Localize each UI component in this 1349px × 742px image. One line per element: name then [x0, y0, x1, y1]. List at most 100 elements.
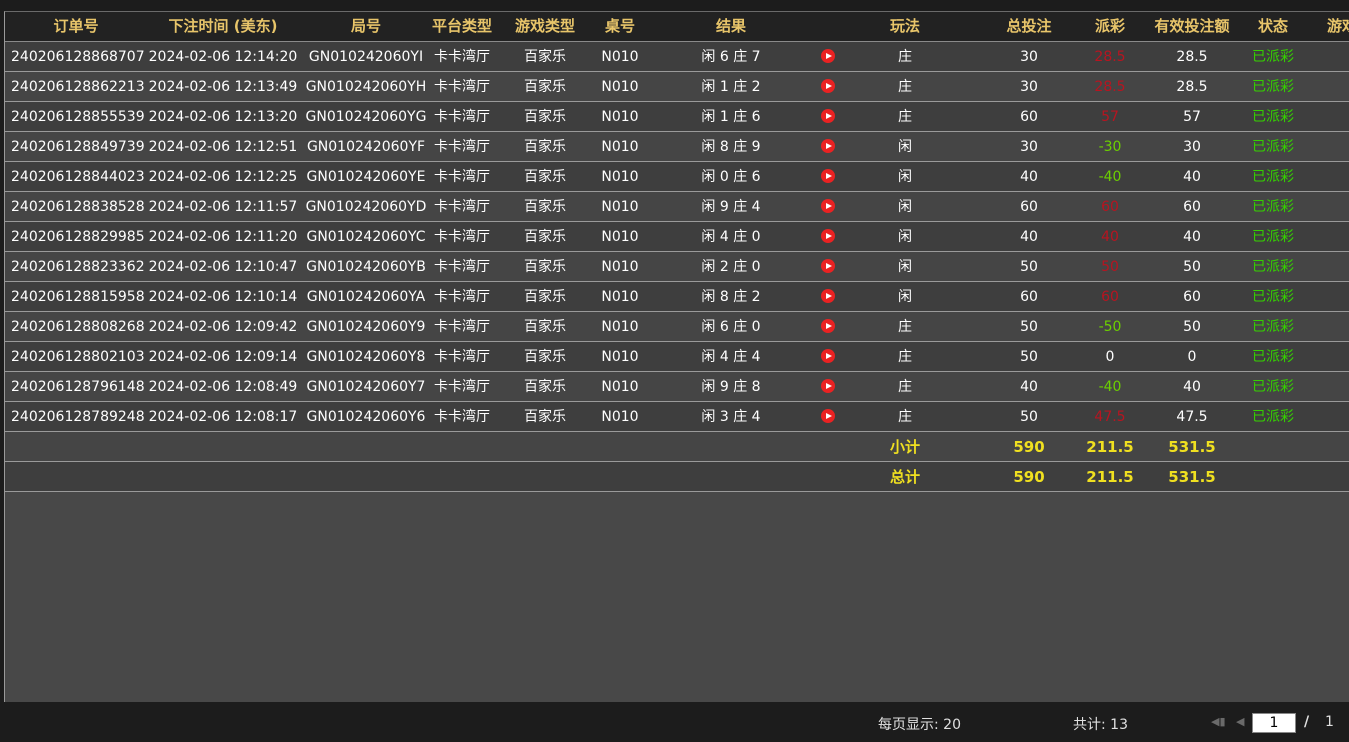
cell-valid-bet: 40 [1183, 229, 1201, 245]
replay-cell [815, 132, 841, 162]
cell-platform: 卡卡湾厅 [434, 349, 490, 365]
cell-game-type: 百家乐 [524, 169, 566, 185]
cell-payout: -30 [1098, 139, 1122, 155]
cell-total-bet: 50 [1020, 259, 1038, 275]
prev-page-icon[interactable]: ◀ [1236, 715, 1244, 728]
play-video-icon[interactable] [821, 199, 835, 213]
cell-total-bet: 30 [1020, 79, 1038, 95]
play-video-icon[interactable] [821, 319, 835, 333]
cell-total-bet: 40 [1020, 229, 1038, 245]
cell-order-no: 240206128855539 [11, 109, 145, 125]
cell-bet-time: 2024-02-06 12:13:49 [148, 79, 298, 95]
cell-total-bet: 50 [1020, 319, 1038, 335]
first-page-icon[interactable]: ◀▮ [1211, 715, 1226, 728]
play-video-icon[interactable] [821, 229, 835, 243]
play-video-icon[interactable] [821, 49, 835, 63]
subtotal-row: 小计 590 211.5 531.5 [5, 432, 1349, 462]
total-row-valid: 531.5 [1168, 468, 1216, 486]
cell-order-no: 240206128808268 [11, 319, 145, 335]
cell-play: 庄 [898, 79, 912, 95]
cell-order-no: 240206128829985 [11, 229, 145, 245]
subtotal-row-bet: 590 [1013, 438, 1045, 456]
page-number-input[interactable]: 1 [1252, 713, 1296, 733]
cell-result: 闲 8 庄 9 [701, 139, 761, 155]
cell-table-no: N010 [601, 409, 639, 425]
cell-play: 闲 [898, 139, 912, 155]
cell-status: 已派彩 [1252, 79, 1294, 95]
play-video-icon[interactable] [821, 379, 835, 393]
col-play: 玩法 [889, 17, 920, 35]
col-table-no: 桌号 [604, 17, 635, 35]
cell-bet-time: 2024-02-06 12:13:20 [148, 109, 298, 125]
cell-platform: 卡卡湾厅 [434, 109, 490, 125]
play-video-icon[interactable] [821, 349, 835, 363]
cell-platform: 卡卡湾厅 [434, 79, 490, 95]
play-video-icon[interactable] [821, 289, 835, 303]
cell-round-no: GN010242060YG [305, 109, 427, 125]
replay-cell [815, 312, 841, 342]
cell-platform: 卡卡湾厅 [434, 229, 490, 245]
cell-result: 闲 8 庄 2 [701, 289, 761, 305]
cell-play: 庄 [898, 49, 912, 65]
replay-cell [815, 222, 841, 252]
cell-platform: 卡卡湾厅 [434, 319, 490, 335]
cell-status: 已派彩 [1252, 349, 1294, 365]
cell-round-no: GN010242060Y9 [306, 319, 426, 335]
cell-platform: 卡卡湾厅 [434, 49, 490, 65]
cell-payout: 60 [1101, 289, 1119, 305]
cell-play: 闲 [898, 229, 912, 245]
table-row: 240206128823362 2024-02-06 12:10:47 GN0102… [5, 252, 1349, 282]
pagination-bar: 每页显示: 20 共计: 13 ◀▮ ◀ 1 / 1 [0, 702, 1349, 742]
cell-platform: 卡卡湾厅 [434, 169, 490, 185]
cell-payout: 28.5 [1094, 49, 1126, 65]
cell-table-no: N010 [601, 49, 639, 65]
cell-platform: 卡卡湾厅 [434, 139, 490, 155]
cell-order-no: 240206128838528 [11, 199, 145, 215]
col-game-more: 游戏 [1327, 17, 1349, 35]
cell-payout: 60 [1101, 199, 1119, 215]
table-row: 240206128789248 2024-02-06 12:08:17 GN0102… [5, 402, 1349, 432]
cell-bet-time: 2024-02-06 12:10:14 [148, 289, 298, 305]
cell-total-bet: 30 [1020, 49, 1038, 65]
cell-bet-time: 2024-02-06 12:12:51 [148, 139, 298, 155]
cell-bet-time: 2024-02-06 12:10:47 [148, 259, 298, 275]
col-order-no: 订单号 [53, 17, 99, 35]
cell-result: 闲 2 庄 0 [701, 259, 761, 275]
cell-status: 已派彩 [1252, 319, 1294, 335]
cell-result: 闲 0 庄 6 [701, 169, 761, 185]
play-video-icon[interactable] [821, 409, 835, 423]
cell-game-type: 百家乐 [524, 109, 566, 125]
cell-status: 已派彩 [1252, 229, 1294, 245]
play-video-icon[interactable] [821, 109, 835, 123]
cell-game-type: 百家乐 [524, 139, 566, 155]
cell-play: 庄 [898, 109, 912, 125]
replay-cell [815, 192, 841, 222]
play-video-icon[interactable] [821, 169, 835, 183]
total-row: 总计 590 211.5 531.5 [5, 462, 1349, 492]
cell-table-no: N010 [601, 319, 639, 335]
cell-table-no: N010 [601, 139, 639, 155]
cell-valid-bet: 0 [1187, 349, 1197, 365]
cell-play: 庄 [898, 319, 912, 335]
cell-result: 闲 6 庄 7 [701, 49, 761, 65]
cell-order-no: 240206128844023 [11, 169, 145, 185]
cell-status: 已派彩 [1252, 49, 1294, 65]
cell-game-type: 百家乐 [524, 229, 566, 245]
cell-total-bet: 40 [1020, 379, 1038, 395]
cell-round-no: GN010242060YB [306, 259, 426, 275]
cell-payout: 57 [1101, 109, 1119, 125]
cell-payout: 28.5 [1094, 79, 1126, 95]
cell-total-bet: 40 [1020, 169, 1038, 185]
cell-total-bet: 60 [1020, 109, 1038, 125]
col-round-no: 局号 [350, 17, 381, 35]
cell-result: 闲 1 庄 6 [701, 109, 761, 125]
cell-payout: 0 [1105, 349, 1115, 365]
page-size-label: 每页显示: 20 [878, 717, 961, 733]
play-video-icon[interactable] [821, 139, 835, 153]
play-video-icon[interactable] [821, 79, 835, 93]
cell-round-no: GN010242060YH [305, 79, 427, 95]
cell-order-no: 240206128796148 [11, 379, 145, 395]
cell-status: 已派彩 [1252, 409, 1294, 425]
col-bet-time: 下注时间 (美东) [168, 17, 278, 35]
play-video-icon[interactable] [821, 259, 835, 273]
